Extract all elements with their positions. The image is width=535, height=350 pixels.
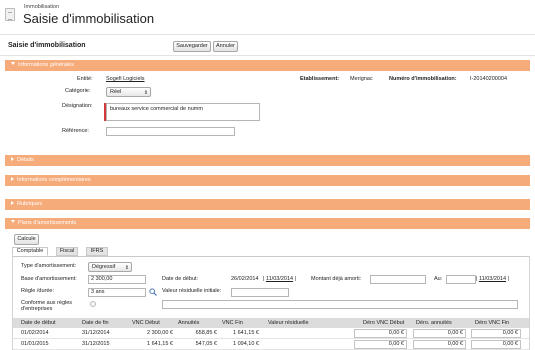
section-amortization[interactable]: Plans d'amortissements bbox=[5, 218, 530, 229]
collapse-icon bbox=[11, 201, 14, 205]
compliant-checkbox[interactable] bbox=[90, 301, 96, 307]
cell-end-date: 31/12/2014 bbox=[82, 330, 110, 336]
cell-vnc-end: 1 641,15 € bbox=[233, 330, 259, 336]
designation-field[interactable]: bureaux service commercial de numm bbox=[104, 103, 260, 121]
cell-annuities: 658,85 € bbox=[195, 330, 217, 336]
duration-label: Règle /durée: bbox=[21, 288, 55, 294]
duration-field[interactable]: 3 ans bbox=[88, 288, 146, 297]
calculate-button[interactable]: Calcule bbox=[14, 234, 39, 245]
breadcrumb[interactable]: Immobilisation bbox=[24, 4, 59, 10]
establishment-label: Etablissement: bbox=[300, 76, 340, 82]
cell-dero-annuities[interactable]: 0,00 € bbox=[413, 340, 466, 349]
schedule-table-header: Date de début Date de fin VNC Début Annu… bbox=[13, 318, 529, 328]
cell-dero-annuities[interactable]: 0,00 € bbox=[413, 329, 466, 338]
cell-end-date: 31/12/2015 bbox=[82, 341, 110, 347]
col-annuities: Annuités bbox=[178, 320, 200, 326]
category-value: Réel bbox=[110, 89, 122, 95]
page-title: Saisie d'immobilisation bbox=[23, 11, 155, 26]
cell-start-date: 01/01/2015 bbox=[21, 341, 49, 347]
designation-value: bureaux service commercial de numm bbox=[110, 106, 203, 112]
residual-label: Valeur résiduelle initiale: bbox=[162, 288, 222, 294]
cell-dero-vnc-start[interactable]: 0,00 € bbox=[354, 340, 407, 349]
select-arrows-icon: ⇕ bbox=[124, 265, 129, 271]
au-link[interactable]: 11/03/2014 bbox=[479, 276, 506, 282]
col-vnc-start: VNC Début bbox=[132, 320, 160, 326]
document-icon bbox=[5, 8, 15, 21]
table-row[interactable]: 01/02/2014 31/12/2014 2 300,00 € 658,85 … bbox=[13, 328, 529, 339]
col-vnc-end: VNC Fin bbox=[222, 320, 243, 326]
number-label: Numéro d'immobilisation: bbox=[389, 76, 457, 82]
cell-dero-vnc-end[interactable]: 0,00 € bbox=[471, 340, 521, 349]
form-toolbar: Saisie d'immobilisation Sauvegarder Annu… bbox=[0, 34, 535, 56]
search-icon[interactable] bbox=[149, 288, 157, 296]
cancel-button[interactable]: Annuler bbox=[213, 41, 238, 52]
cell-vnc-start: 1 641,15 € bbox=[147, 341, 173, 347]
start-link[interactable]: 11/03/2014 bbox=[266, 276, 293, 282]
au-field[interactable] bbox=[446, 275, 476, 284]
type-select[interactable]: Dégressif ⇕ bbox=[88, 262, 132, 272]
section-details-label: Détails bbox=[17, 157, 34, 163]
category-label: Catégorie: bbox=[65, 88, 91, 94]
entity-label: Entité: bbox=[77, 76, 93, 82]
type-value: Dégressif bbox=[92, 264, 116, 270]
select-arrows-icon: ⇕ bbox=[143, 90, 148, 96]
base-field[interactable]: 2 300,00 bbox=[88, 275, 146, 284]
section-details[interactable]: Détails bbox=[5, 155, 530, 166]
cell-start-date: 01/02/2014 bbox=[21, 330, 49, 336]
collapse-icon bbox=[11, 157, 14, 161]
cell-dero-vnc-start[interactable]: 0,00 € bbox=[354, 329, 407, 338]
compliant-field[interactable] bbox=[162, 300, 518, 309]
col-residual: Valeur résiduelle bbox=[268, 320, 309, 326]
cell-vnc-start: 2 300,00 € bbox=[147, 330, 173, 336]
expand-icon bbox=[11, 220, 15, 223]
section-complementary[interactable]: Informations complémentaires bbox=[5, 175, 530, 186]
already-field[interactable] bbox=[370, 275, 426, 284]
section-complementary-label: Informations complémentaires bbox=[17, 177, 91, 183]
au-link-wrap: | 11/03/2014 | bbox=[476, 276, 510, 282]
establishment-value: Merignac bbox=[350, 76, 373, 82]
compliant-label-2: d'entreprises bbox=[21, 306, 53, 312]
col-start-date: Date de début bbox=[21, 320, 56, 326]
cell-dero-vnc-end[interactable]: 0,00 € bbox=[471, 329, 521, 338]
section-rubriques-label: Rubriques bbox=[17, 201, 43, 207]
number-value: I-20140200004 bbox=[470, 76, 508, 82]
designation-label: Désignation: bbox=[62, 103, 93, 109]
col-dero-vnc-end: Déro VNC Fin bbox=[475, 320, 510, 326]
tab-fiscal[interactable]: Fiscal bbox=[56, 247, 78, 256]
section-amortization-label: Plans d'amortissements bbox=[18, 220, 77, 226]
form-title: Saisie d'immobilisation bbox=[8, 42, 86, 49]
category-select[interactable]: Réel ⇕ bbox=[106, 87, 151, 97]
section-general[interactable]: Informations générales bbox=[5, 60, 530, 71]
cell-vnc-end: 1 094,10 € bbox=[233, 341, 259, 347]
col-dero-annuities: Déro. annuités bbox=[416, 320, 452, 326]
page: Immobilisation Saisie d'immobilisation S… bbox=[0, 0, 535, 350]
app-header: Immobilisation Saisie d'immobilisation bbox=[0, 0, 535, 30]
base-label: Base d'amortissement: bbox=[21, 276, 77, 282]
save-button[interactable]: Sauvegarder bbox=[173, 41, 211, 52]
reference-field[interactable] bbox=[106, 127, 235, 136]
table-row[interactable]: 01/01/2015 31/12/2015 1 641,15 € 547,05 … bbox=[13, 339, 529, 350]
already-label: Montant déjà amorti: bbox=[311, 276, 362, 282]
residual-field[interactable] bbox=[231, 288, 289, 297]
type-label: Type d'amortissement: bbox=[21, 263, 77, 269]
au-label: Au: bbox=[434, 276, 443, 282]
col-end-date: Date de fin bbox=[82, 320, 109, 326]
section-general-label: Informations générales bbox=[18, 62, 74, 68]
section-rubriques[interactable]: Rubriques bbox=[5, 199, 530, 210]
tab-ifrs[interactable]: IFRS bbox=[86, 247, 108, 256]
reference-label: Référence: bbox=[62, 128, 89, 134]
tab-comptable[interactable]: Comptable bbox=[12, 247, 48, 256]
expand-icon bbox=[11, 62, 15, 65]
col-dero-vnc-start: Déro VNC Début bbox=[363, 320, 405, 326]
cell-annuities: 547,05 € bbox=[195, 341, 217, 347]
start-link-wrap: | 11/03/2014 | bbox=[263, 276, 297, 282]
collapse-icon bbox=[11, 177, 14, 181]
entity-value[interactable]: Sogefi Logiciels bbox=[106, 76, 145, 82]
start-value: 26/02/2014 bbox=[231, 276, 259, 282]
start-label: Date de début: bbox=[162, 276, 199, 282]
